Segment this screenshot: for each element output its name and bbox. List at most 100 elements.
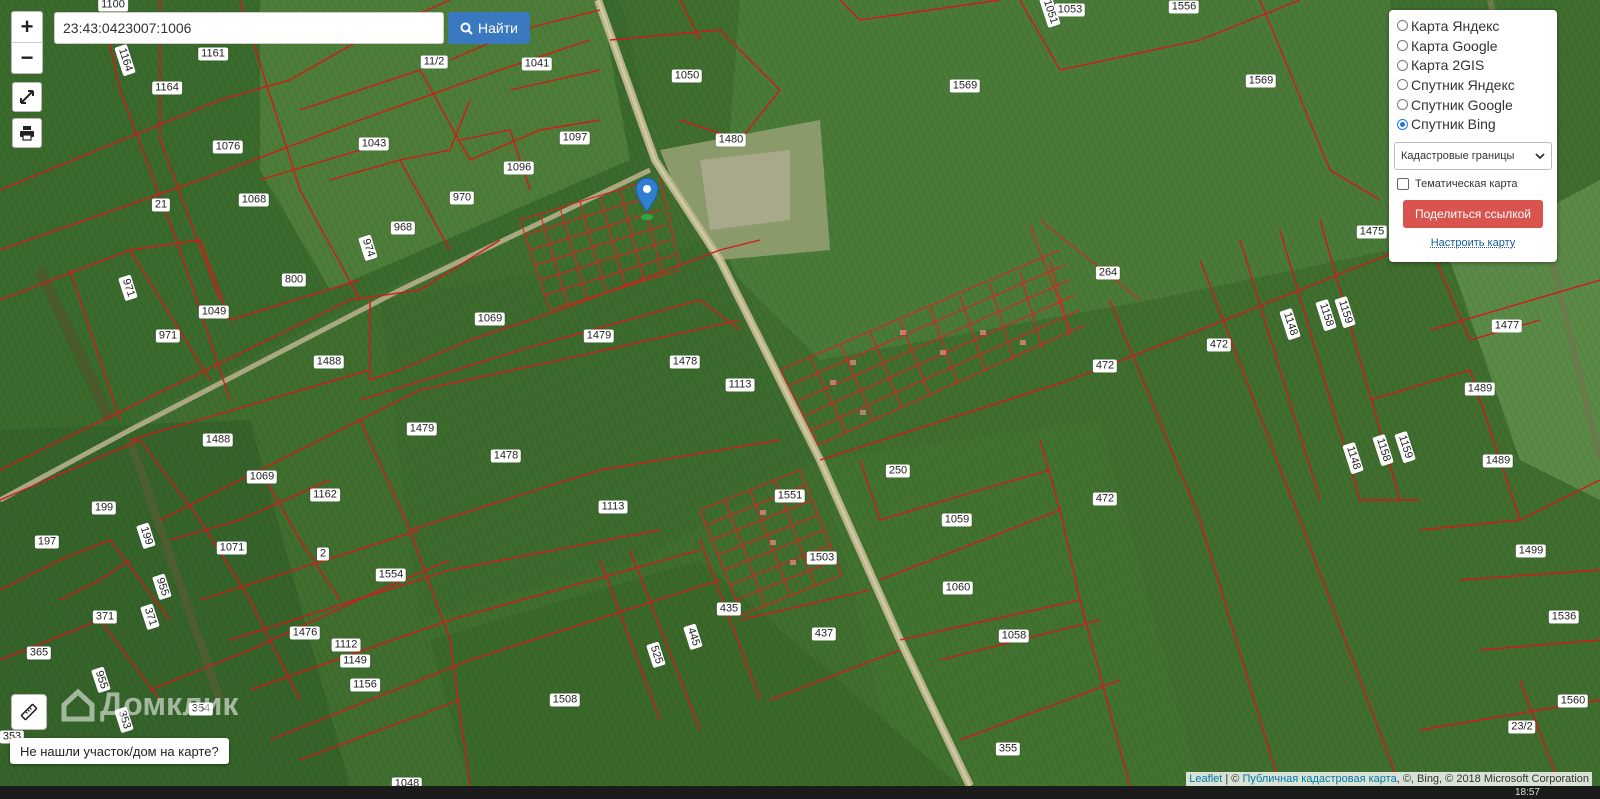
base-layer-label: Карта Яндекс: [1411, 17, 1500, 34]
plot-number-label[interactable]: 1041: [521, 57, 553, 71]
base-layer-option[interactable]: Карта Яндекс: [1397, 16, 1549, 36]
plot-number-label[interactable]: 1489: [1482, 454, 1514, 468]
base-layer-list: Карта Яндекс Карта Google Карта 2GIS Спутни…: [1397, 16, 1549, 134]
plot-number-label[interactable]: 1112: [331, 638, 361, 652]
plot-number-label[interactable]: 1560: [1557, 694, 1589, 708]
base-layer-option[interactable]: Спутник Яндекс: [1397, 75, 1549, 95]
plot-number-label[interactable]: 1053: [1054, 3, 1086, 17]
print-button[interactable]: [12, 118, 42, 148]
plot-number-label[interactable]: 1096: [503, 161, 535, 175]
plot-number-label[interactable]: 1076: [212, 140, 244, 154]
plot-number-label[interactable]: 970: [449, 191, 475, 205]
search-button[interactable]: Найти: [448, 12, 530, 44]
plot-number-label[interactable]: 1479: [583, 329, 615, 343]
plot-number-label[interactable]: 1503: [806, 551, 838, 565]
plot-number-label[interactable]: 1480: [715, 133, 747, 147]
plot-number-label[interactable]: 1478: [669, 355, 701, 369]
plot-number-label[interactable]: 1069: [474, 312, 506, 326]
plot-number-label[interactable]: 1551: [774, 489, 806, 503]
plot-number-label[interactable]: 23/2: [1508, 720, 1536, 734]
plot-number-label[interactable]: 1097: [559, 131, 591, 145]
thematic-map-checkbox[interactable]: [1397, 178, 1409, 191]
radio-button[interactable]: [1397, 20, 1408, 32]
zoom-out-button[interactable]: −: [12, 43, 42, 73]
ruler-icon: [20, 703, 38, 721]
plot-number-label[interactable]: 355: [995, 742, 1021, 756]
radio-button[interactable]: [1397, 40, 1408, 52]
plot-number-label[interactable]: 472: [1092, 359, 1118, 373]
cadastral-search-input[interactable]: [54, 12, 444, 44]
plot-number-label[interactable]: 1071: [216, 541, 248, 555]
plot-number-label[interactable]: 968: [390, 221, 416, 235]
plot-number-label[interactable]: 1050: [671, 69, 703, 83]
plot-number-label[interactable]: 1058: [998, 629, 1030, 643]
plot-number-label[interactable]: 1149: [340, 654, 370, 668]
plot-number-label[interactable]: 1156: [350, 678, 380, 692]
plot-number-label[interactable]: 365: [26, 646, 52, 660]
plot-number-label[interactable]: 435: [716, 602, 742, 616]
cadastral-map-link[interactable]: Публичная кадастровая карта: [1242, 773, 1396, 785]
plot-number-label[interactable]: 1476: [289, 626, 321, 640]
not-found-button[interactable]: Не нашли участок/дом на карте?: [10, 738, 229, 764]
fullscreen-button[interactable]: [12, 82, 42, 112]
plot-number-label[interactable]: 800: [281, 273, 307, 287]
plot-number-label[interactable]: 1569: [1245, 74, 1277, 88]
plot-number-label[interactable]: 250: [885, 464, 911, 478]
plot-number-label[interactable]: 1048: [391, 777, 423, 786]
plot-number-label[interactable]: 472: [1206, 338, 1232, 352]
customize-map-link[interactable]: Настроить карту: [1397, 237, 1549, 249]
plot-number-label[interactable]: 1477: [1491, 319, 1523, 333]
plot-number-label[interactable]: 1554: [375, 568, 407, 582]
plot-number-label[interactable]: 1556: [1168, 0, 1200, 14]
radio-button[interactable]: [1397, 79, 1408, 91]
zoom-control: + −: [11, 11, 43, 74]
plot-number-label[interactable]: 1489: [1464, 382, 1496, 396]
plot-number-label[interactable]: 1100: [98, 0, 128, 12]
plot-number-label[interactable]: 1569: [949, 79, 981, 93]
plot-number-label[interactable]: 21: [151, 198, 171, 212]
plot-number-label[interactable]: 472: [1092, 492, 1118, 506]
plot-number-label[interactable]: 1113: [725, 378, 755, 392]
share-link-button[interactable]: Поделиться ссылкой: [1403, 200, 1543, 229]
plot-number-label[interactable]: 264: [1095, 266, 1121, 280]
plot-number-label[interactable]: 1162: [310, 488, 340, 502]
plot-number-label[interactable]: 1479: [406, 422, 438, 436]
thematic-map-toggle[interactable]: Тематическая карта: [1397, 178, 1549, 191]
overlay-layer-select[interactable]: Кадастровые границы: [1394, 142, 1552, 171]
plot-number-label[interactable]: 1043: [358, 137, 390, 151]
measure-button[interactable]: [11, 694, 47, 730]
plot-number-label[interactable]: 1068: [238, 193, 270, 207]
plot-number-label[interactable]: 1161: [198, 47, 228, 61]
leaflet-link[interactable]: Leaflet: [1189, 773, 1222, 785]
plot-number-label[interactable]: 1049: [198, 305, 230, 319]
plot-number-label[interactable]: 1060: [942, 581, 974, 595]
radio-button[interactable]: [1397, 59, 1408, 71]
base-layer-option[interactable]: Спутник Google: [1397, 95, 1549, 115]
radio-button[interactable]: [1397, 99, 1408, 111]
radio-button[interactable]: [1397, 118, 1408, 130]
plot-number-label[interactable]: 1069: [246, 470, 278, 484]
plot-number-label[interactable]: 437: [811, 627, 837, 641]
plot-number-label[interactable]: 197: [34, 535, 60, 549]
plot-number-label[interactable]: 1488: [313, 355, 345, 369]
plot-number-label[interactable]: 1113: [598, 500, 628, 514]
satellite-map[interactable]: 1100 1556 1053 1051 1164 1161 11/2 1041 1050 1569…: [0, 0, 1600, 786]
plot-number-label[interactable]: 971: [155, 329, 181, 343]
base-layer-option[interactable]: Карта 2GIS: [1397, 55, 1549, 75]
plot-number-label[interactable]: 1475: [1356, 225, 1388, 239]
plot-number-label[interactable]: 1499: [1515, 544, 1547, 558]
plot-number-label[interactable]: 199: [91, 501, 117, 515]
plot-number-label[interactable]: 1508: [549, 693, 581, 707]
plot-number-label[interactable]: 1488: [202, 433, 234, 447]
plot-number-label[interactable]: 11/2: [420, 55, 448, 69]
zoom-in-button[interactable]: +: [12, 12, 42, 43]
plot-number-label[interactable]: 1164: [152, 81, 182, 95]
plot-number-label[interactable]: 371: [92, 610, 118, 624]
plot-number-label[interactable]: 1059: [941, 513, 973, 527]
house-icon: [61, 688, 95, 721]
plot-number-label[interactable]: 1478: [490, 449, 522, 463]
plot-number-label[interactable]: 1536: [1548, 610, 1580, 624]
base-layer-option[interactable]: Карта Google: [1397, 36, 1549, 56]
plot-number-label[interactable]: 2: [316, 547, 330, 561]
base-layer-option[interactable]: Спутник Bing: [1397, 114, 1549, 134]
